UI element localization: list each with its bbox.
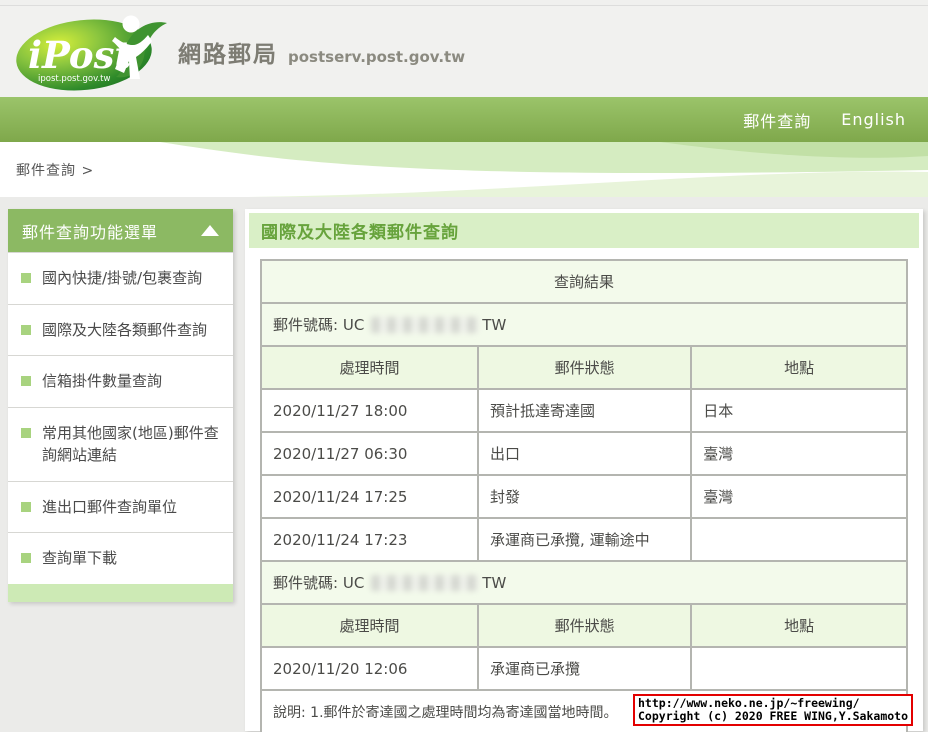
sidebar-item-international-tracking[interactable]: 國際及大陸各類郵件查詢 bbox=[8, 304, 233, 356]
column-header-row: 處理時間 郵件狀態 地點 bbox=[262, 347, 906, 388]
breadcrumb[interactable]: 郵件查詢 > bbox=[16, 160, 94, 180]
copyright-watermark: http://www.neko.ne.jp/~freewing/ Copyrig… bbox=[633, 694, 913, 726]
cell-time: 2020/11/27 18:00 bbox=[262, 390, 477, 431]
page-title: 國際及大陸各類郵件查詢 bbox=[249, 213, 919, 248]
cell-location: 臺灣 bbox=[692, 476, 906, 517]
sidebar-item-label: 信箱掛件數量查詢 bbox=[42, 370, 162, 393]
watermark-copyright: Copyright (c) 2020 FREE WING,Y.Sakamoto bbox=[638, 710, 908, 723]
ipost-logo[interactable]: iPost ipost.post.gov.tw bbox=[12, 11, 172, 93]
tracking-number-cell: 郵件號碼: UC TW bbox=[262, 562, 906, 603]
site-domain: postserv.post.gov.tw bbox=[288, 48, 465, 66]
tracking-number-row: 郵件號碼: UC TW bbox=[262, 304, 906, 345]
masked-tracking-number bbox=[371, 575, 479, 591]
main-nav: 郵件查詢 English bbox=[0, 97, 928, 142]
cell-status: 封發 bbox=[479, 476, 690, 517]
square-bullet-icon bbox=[21, 376, 31, 386]
sidebar-item-label: 常用其他國家(地區)郵件查詢網站連結 bbox=[42, 422, 223, 467]
table-row: 2020/11/27 18:00 預計抵達寄達國 日本 bbox=[262, 390, 906, 431]
sidebar-item-label: 國內快捷/掛號/包裹查詢 bbox=[42, 267, 202, 290]
site-header: iPost ipost.post.gov.tw 網路郵局 postserv.po… bbox=[0, 6, 928, 97]
col-header-status: 郵件狀態 bbox=[479, 605, 690, 646]
table-row: 2020/11/27 06:30 出口 臺灣 bbox=[262, 433, 906, 474]
cell-time: 2020/11/24 17:25 bbox=[262, 476, 477, 517]
tracking-number-cell: 郵件號碼: UC TW bbox=[262, 304, 906, 345]
result-title-row: 查詢結果 bbox=[262, 261, 906, 302]
cell-status: 出口 bbox=[479, 433, 690, 474]
page: iPost ipost.post.gov.tw 網路郵局 postserv.po… bbox=[0, 0, 928, 732]
cell-time: 2020/11/20 12:06 bbox=[262, 648, 477, 689]
collapse-arrow-icon[interactable] bbox=[201, 225, 219, 236]
square-bullet-icon bbox=[21, 325, 31, 335]
site-name-cjk: 網路郵局 bbox=[178, 35, 278, 69]
square-bullet-icon bbox=[21, 273, 31, 283]
tracking-number-suffix: TW bbox=[482, 316, 506, 334]
tracking-table: 查詢結果 郵件號碼: UC TW 處理時間 郵件狀態 地點 bbox=[260, 259, 908, 732]
ipost-logo-image: iPost ipost.post.gov.tw bbox=[12, 11, 172, 93]
sidebar-item-label: 國際及大陸各類郵件查詢 bbox=[42, 319, 207, 342]
sidebar-item-foreign-links[interactable]: 常用其他國家(地區)郵件查詢網站連結 bbox=[8, 407, 233, 481]
cell-status: 預計抵達寄達國 bbox=[479, 390, 690, 431]
cell-location: 日本 bbox=[692, 390, 906, 431]
sidebar-item-label: 查詢單下載 bbox=[42, 547, 117, 570]
wave-banner: 郵件查詢 > bbox=[0, 142, 928, 197]
cell-location: 臺灣 bbox=[692, 433, 906, 474]
table-row: 2020/11/20 12:06 承運商已承攬 bbox=[262, 648, 906, 689]
sidebar-item-label: 進出口郵件查詢單位 bbox=[42, 496, 177, 519]
svg-text:iPost: iPost bbox=[28, 33, 131, 77]
sidebar: 郵件查詢功能選單 國內快捷/掛號/包裹查詢 國際及大陸各類郵件查詢 信箱掛件數量… bbox=[8, 209, 233, 602]
col-header-location: 地點 bbox=[692, 605, 906, 646]
svg-text:ipost.post.gov.tw: ipost.post.gov.tw bbox=[38, 74, 110, 84]
sidebar-item-mailbox-count[interactable]: 信箱掛件數量查詢 bbox=[8, 355, 233, 407]
tracking-number-prefix: UC bbox=[343, 574, 364, 592]
nav-mail-tracking[interactable]: 郵件查詢 bbox=[743, 108, 811, 132]
main-panel: 國際及大陸各類郵件查詢 查詢結果 郵件號碼: UC TW bbox=[245, 209, 923, 731]
square-bullet-icon bbox=[21, 553, 31, 563]
table-row: 2020/11/24 17:25 封發 臺灣 bbox=[262, 476, 906, 517]
cell-status: 承運商已承攬, 運輸途中 bbox=[479, 519, 690, 560]
col-header-time: 處理時間 bbox=[262, 605, 477, 646]
content-area: 郵件查詢功能選單 國內快捷/掛號/包裹查詢 國際及大陸各類郵件查詢 信箱掛件數量… bbox=[0, 209, 928, 731]
cell-time: 2020/11/24 17:23 bbox=[262, 519, 477, 560]
col-header-status: 郵件狀態 bbox=[479, 347, 690, 388]
table-row: 2020/11/24 17:23 承運商已承攬, 運輸途中 bbox=[262, 519, 906, 560]
cell-location bbox=[692, 519, 906, 560]
masked-tracking-number bbox=[371, 317, 479, 333]
sidebar-item-form-download[interactable]: 查詢單下載 bbox=[8, 532, 233, 584]
square-bullet-icon bbox=[21, 428, 31, 438]
cell-status: 承運商已承攬 bbox=[479, 648, 690, 689]
sidebar-item-import-export-units[interactable]: 進出口郵件查詢單位 bbox=[8, 481, 233, 533]
sidebar-title: 郵件查詢功能選單 bbox=[22, 219, 158, 243]
tracking-results: 查詢結果 郵件號碼: UC TW 處理時間 郵件狀態 地點 bbox=[260, 259, 908, 732]
wave-graphic bbox=[0, 142, 928, 197]
column-header-row: 處理時間 郵件狀態 地點 bbox=[262, 605, 906, 646]
result-title: 查詢結果 bbox=[262, 261, 906, 302]
nav-english[interactable]: English bbox=[841, 110, 906, 129]
sidebar-footer-strip bbox=[8, 584, 233, 602]
col-header-time: 處理時間 bbox=[262, 347, 477, 388]
tracking-number-label: 郵件號碼: bbox=[273, 574, 338, 592]
tracking-number-suffix: TW bbox=[482, 574, 506, 592]
sidebar-header[interactable]: 郵件查詢功能選單 bbox=[8, 209, 233, 252]
tracking-number-row: 郵件號碼: UC TW bbox=[262, 562, 906, 603]
tracking-number-label: 郵件號碼: bbox=[273, 316, 338, 334]
sidebar-item-domestic-tracking[interactable]: 國內快捷/掛號/包裹查詢 bbox=[8, 252, 233, 304]
cell-time: 2020/11/27 06:30 bbox=[262, 433, 477, 474]
site-name: 網路郵局 postserv.post.gov.tw bbox=[178, 35, 465, 69]
square-bullet-icon bbox=[21, 502, 31, 512]
col-header-location: 地點 bbox=[692, 347, 906, 388]
tracking-number-prefix: UC bbox=[343, 316, 364, 334]
cell-location bbox=[692, 648, 906, 689]
